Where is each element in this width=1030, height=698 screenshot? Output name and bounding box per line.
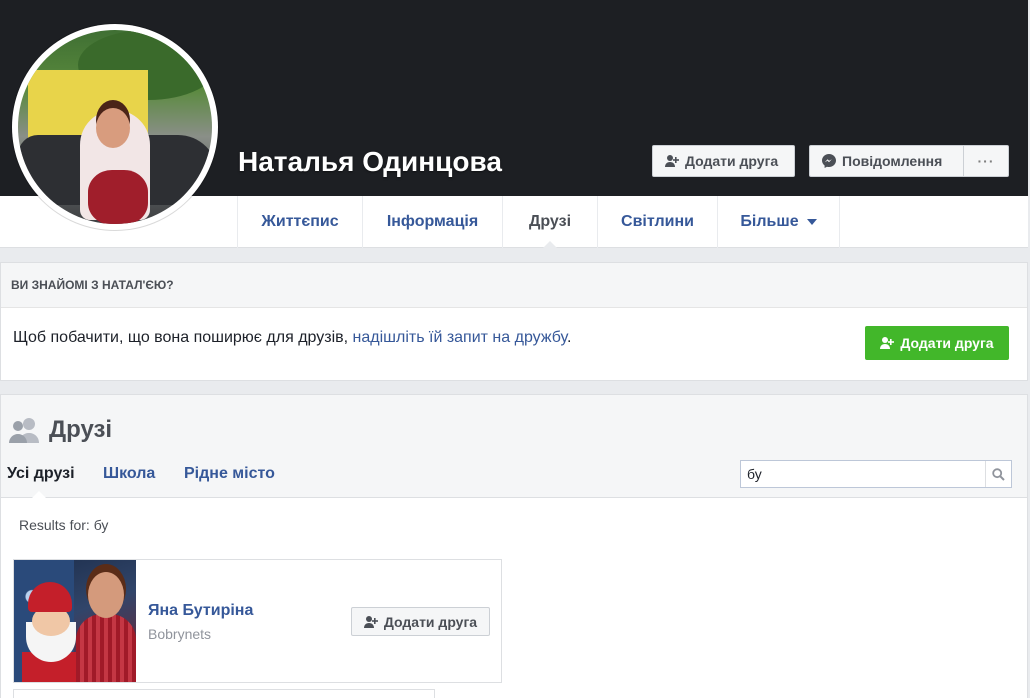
prompt-text-end: . <box>566 329 572 346</box>
add-friend-icon <box>880 337 895 349</box>
prompt-text: Щоб побачити, що вона поширює для друзів… <box>13 329 571 347</box>
prompt-text-start: Щоб побачити, що вона поширює для друзів… <box>13 329 353 346</box>
tab-friends[interactable]: Друзі <box>502 196 597 249</box>
messenger-icon <box>822 154 836 168</box>
more-options-button[interactable]: ··· <box>963 145 1009 177</box>
tab-school[interactable]: Школа <box>103 465 155 483</box>
add-friend-green-label: Додати друга <box>900 335 994 351</box>
search-input[interactable] <box>741 461 985 487</box>
search-icon <box>992 467 1005 481</box>
tab-more-label: Більше <box>740 213 799 230</box>
profile-page: Наталья Одинцова Додати друга Повідомлен… <box>0 0 1030 698</box>
add-friend-green-button[interactable]: Додати друга <box>865 326 1009 360</box>
friends-section: Друзі Усі друзі Школа Рідне місто Result… <box>0 394 1028 698</box>
add-friend-label: Додати друга <box>685 153 779 169</box>
profile-picture[interactable] <box>12 24 218 230</box>
friend-request-prompt: ВИ ЗНАЙОМІ З НАТАЛ'ЄЮ? Щоб побачити, що … <box>0 262 1028 381</box>
results-for-text: Results for: бу <box>19 517 109 533</box>
tab-timeline[interactable]: Життєпис <box>237 196 362 248</box>
profile-name[interactable]: Наталья Одинцова <box>238 146 502 178</box>
friend-add-label: Додати друга <box>383 613 478 630</box>
tab-hometown[interactable]: Рідне місто <box>184 465 275 483</box>
caret-down-icon <box>806 219 817 225</box>
active-tab-indicator <box>31 491 47 499</box>
more-label: ··· <box>977 153 995 169</box>
prompt-heading: ВИ ЗНАЙОМІ З НАТАЛ'ЄЮ? <box>1 263 1027 308</box>
friend-photo[interactable] <box>14 560 136 682</box>
add-friend-button[interactable]: Додати друга <box>652 145 795 177</box>
profile-photo <box>18 30 212 224</box>
friends-header: Друзі Усі друзі Школа Рідне місто <box>1 395 1027 499</box>
tab-more[interactable]: Більше <box>717 196 839 248</box>
friends-title: Друзі <box>49 416 113 443</box>
tab-photos-label: Світлини <box>621 213 694 230</box>
friend-card: Яна Бутиріна Bobrynets Додати друга <box>13 559 502 683</box>
tab-photos[interactable]: Світлини <box>597 196 717 248</box>
tab-about[interactable]: Інформація <box>362 196 502 248</box>
tab-all-friends[interactable]: Усі друзі <box>7 465 75 483</box>
add-friend-icon <box>665 155 679 167</box>
tab-friends-label: Друзі <box>528 213 572 230</box>
tab-about-label: Інформація <box>386 213 479 230</box>
send-friend-request-link[interactable]: надішліть їй запит на дружбу <box>353 329 567 346</box>
add-friend-icon <box>363 615 378 628</box>
friend-name[interactable]: Яна Бутиріна <box>148 602 253 620</box>
friends-search <box>740 460 1012 488</box>
message-button[interactable]: Повідомлення <box>809 145 964 177</box>
friend-location: Bobrynets <box>148 626 212 642</box>
friends-icon <box>9 418 39 443</box>
next-friend-card <box>13 689 435 698</box>
friend-add-button[interactable]: Додати друга <box>351 607 490 636</box>
search-button[interactable] <box>985 461 1011 487</box>
tab-timeline-label: Життєпис <box>261 213 339 230</box>
message-label: Повідомлення <box>842 153 943 169</box>
